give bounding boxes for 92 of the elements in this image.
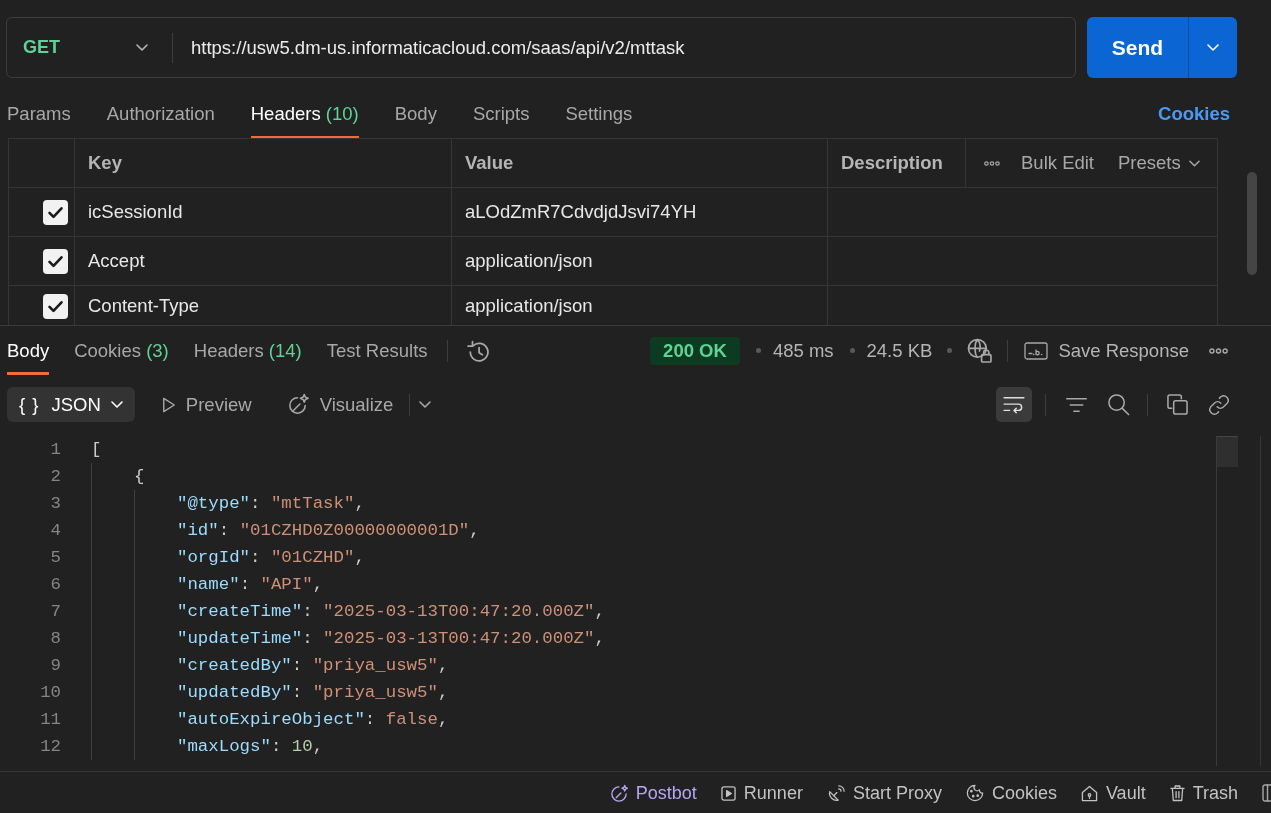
line-number: 1: [50, 440, 61, 459]
tab[interactable]: Headers (10): [250, 90, 359, 138]
checkbox[interactable]: [43, 293, 68, 319]
key-column-header: Key: [88, 152, 122, 174]
tab[interactable]: Body: [394, 90, 437, 138]
tab[interactable]: Authorization: [106, 90, 215, 138]
line-number: 8: [50, 629, 61, 648]
code-line: {: [134, 467, 145, 486]
line-number: 7: [50, 602, 61, 621]
globe-lock-icon[interactable]: [967, 338, 993, 363]
header-key: Accept: [88, 250, 145, 272]
description-column-header: Description: [841, 152, 943, 174]
caret-icon: [110, 401, 123, 408]
tab[interactable]: Params: [7, 90, 71, 138]
status-bar-button[interactable]: Postbot: [609, 782, 697, 804]
line-number: 6: [50, 575, 61, 594]
play-square-icon: [720, 785, 736, 801]
caret-icon: [136, 44, 148, 51]
tab[interactable]: Body: [7, 326, 50, 375]
checkbox[interactable]: [43, 248, 68, 274]
response-time: 485 ms: [772, 339, 834, 362]
status-bar-button[interactable]: Cookies: [965, 782, 1057, 804]
line-number: 5: [50, 548, 61, 567]
header-value: application/json: [465, 250, 593, 272]
send-button[interactable]: Send: [1087, 17, 1188, 78]
wrap-lines-button[interactable]: [996, 387, 1032, 422]
code-line: "@type": "mtTask",: [177, 494, 365, 513]
save-response-button[interactable]: Save Response: [1024, 339, 1189, 362]
view-format-button[interactable]: Visualize: [275, 387, 404, 422]
checkbox[interactable]: [43, 199, 68, 225]
status-bar-button[interactable]: Trash: [1169, 782, 1238, 804]
status-bar-button[interactable]: Start Proxy: [826, 782, 942, 804]
tab[interactable]: Scripts: [472, 90, 530, 138]
view-format-button[interactable]: { } JSON: [7, 387, 135, 422]
tab[interactable]: Headers (14): [193, 326, 302, 375]
code-line: "createdBy": "priya_usw5",: [177, 656, 449, 675]
more-icon[interactable]: [984, 160, 1000, 166]
method-dropdown[interactable]: GET: [7, 18, 172, 77]
line-number: 10: [40, 683, 61, 702]
dot-icon: [755, 348, 761, 353]
label-icon: [1024, 341, 1049, 360]
code-line: "maxLogs": 10,: [177, 737, 324, 756]
code-line: "name": "API",: [177, 575, 324, 594]
line-number: 3: [50, 494, 61, 513]
value-column-header: Value: [465, 152, 514, 174]
code-line: "createTime": "2025-03-13T00:47:20.000Z",: [177, 602, 605, 621]
code-line: "updatedBy": "priya_usw5",: [177, 683, 449, 702]
header-key: Content-Type: [88, 295, 200, 317]
search-icon[interactable]: [1107, 393, 1130, 416]
caret-icon: [1188, 159, 1200, 167]
sparkle-icon: [609, 784, 628, 802]
house-icon: [1080, 784, 1098, 802]
tab[interactable]: Settings: [565, 90, 633, 138]
line-number: 12: [40, 737, 61, 756]
status-badge: 200 OK: [650, 336, 740, 365]
header-value: application/json: [465, 295, 593, 317]
history-icon[interactable]: [466, 339, 489, 362]
tab[interactable]: Cookies (3): [74, 326, 169, 375]
dot-icon: [849, 348, 855, 353]
caret-icon: [1207, 44, 1219, 51]
code-line: "updateTime": "2025-03-13T00:47:20.000Z",: [177, 629, 605, 648]
code-line: [: [91, 440, 102, 459]
cookie-icon: [965, 784, 984, 802]
url-field[interactable]: https://usw5.dm-us.informaticacloud.com/saas/api/v2/mttask: [173, 36, 685, 59]
view-format-button[interactable]: Preview: [151, 387, 262, 422]
tab[interactable]: Test Results: [326, 326, 428, 375]
filter-icon[interactable]: [1065, 396, 1088, 413]
header-value: aLOdZmR7CdvdjdJsvi74YH: [465, 201, 697, 223]
header-key: icSessionId: [88, 201, 183, 223]
status-bar-button[interactable]: Vault: [1080, 782, 1146, 804]
status-bar-button[interactable]: Runner: [720, 782, 803, 804]
line-number: 9: [50, 656, 61, 675]
link-icon[interactable]: [1208, 393, 1230, 416]
line-number: 4: [50, 521, 61, 540]
caret-icon[interactable]: [419, 401, 432, 408]
response-size: 24.5 KB: [866, 339, 933, 362]
line-number: 2: [50, 467, 61, 486]
trash-icon: [1169, 784, 1185, 802]
line-number: 11: [40, 710, 61, 729]
code-line: "orgId": "01CZHD",: [177, 548, 365, 567]
dot-icon: [947, 348, 953, 353]
presets-dropdown[interactable]: Presets: [1118, 152, 1200, 174]
wrap-icon: [1003, 395, 1025, 414]
more-icon[interactable]: [1208, 347, 1229, 354]
copy-icon[interactable]: [1167, 394, 1188, 415]
play-icon: [161, 396, 176, 413]
code-line: "autoExpireObject": false,: [177, 710, 449, 729]
bulk-edit-button[interactable]: Bulk Edit: [1021, 152, 1094, 174]
code-line: "id": "01CZHD0Z00000000001D",: [177, 521, 480, 540]
panel-icon[interactable]: [1262, 784, 1271, 802]
cookies-link[interactable]: Cookies: [1158, 90, 1230, 138]
satellite-dish-icon: [826, 784, 845, 802]
